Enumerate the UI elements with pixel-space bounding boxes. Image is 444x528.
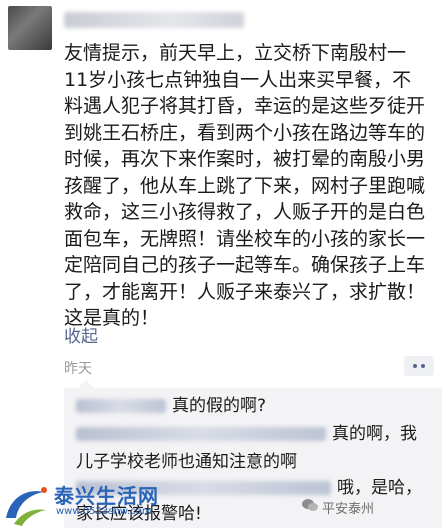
dot-icon	[421, 364, 425, 368]
blurred-commenter-name[interactable]	[76, 399, 166, 413]
dot-icon	[413, 364, 417, 368]
watermark-right-text: 平安泰州	[322, 502, 375, 517]
blurred-commenter-name[interactable]	[76, 427, 326, 441]
post-line: 了，才能离开！人贩子来泰兴了，求扩散！	[64, 280, 426, 303]
post-text: 友情提示，前天早上，立交桥下南殷村一 11岁小孩七点钟独自一人出来买早餐，不 料…	[64, 40, 436, 332]
comment-text: 儿子学校老师也通知注意的啊	[76, 452, 297, 472]
watermark-logo-url: www.0523shw.com	[56, 506, 152, 517]
avatar[interactable]	[8, 6, 52, 50]
post-line: 面包车，无牌照！请坐校车的小孩的家长一	[64, 227, 426, 250]
comment-text: 真的假的啊?	[172, 396, 267, 416]
comment-row[interactable]: 真的假的啊?	[76, 394, 266, 418]
comment-text: 真的啊，我	[332, 424, 417, 444]
comment-row-continued: 儿子学校老师也通知注意的啊	[76, 450, 297, 474]
comment-row[interactable]: 真的啊，我	[76, 422, 417, 446]
post-line: 友情提示，前天早上，立交桥下南殷村一	[64, 42, 407, 64]
post-line: 救命，这三小孩得救了，人贩子开的是白色	[64, 201, 426, 223]
post-line: 时候，再次下来作案时，被打晕的南殷小男	[64, 148, 426, 170]
collapse-link[interactable]: 收起	[64, 322, 98, 347]
post-line: 到姚王石桥庄，看到两个小孩在路边等车的	[64, 121, 426, 144]
post-line: 定陪同自己的孩子一起等车。确保孩子上车	[64, 254, 426, 276]
more-options-button[interactable]	[404, 356, 434, 376]
wechat-icon	[302, 499, 318, 511]
post-line: 11岁小孩七点钟独自一人出来买早餐，不	[64, 68, 412, 91]
watermark-logo-text: 泰兴生活网	[54, 484, 159, 508]
post-line: 料遇人犯子将其打昏，幸运的是这些歹徒开	[64, 95, 426, 117]
post-line: 孩醒了，他从车上跳了下来，网村子里跑喊	[64, 174, 426, 197]
comment-text: 哦，是哈，	[337, 478, 422, 498]
blurred-username[interactable]	[64, 12, 244, 28]
post-time: 昨天	[64, 361, 92, 377]
post-line: 这是真的！	[64, 307, 160, 329]
